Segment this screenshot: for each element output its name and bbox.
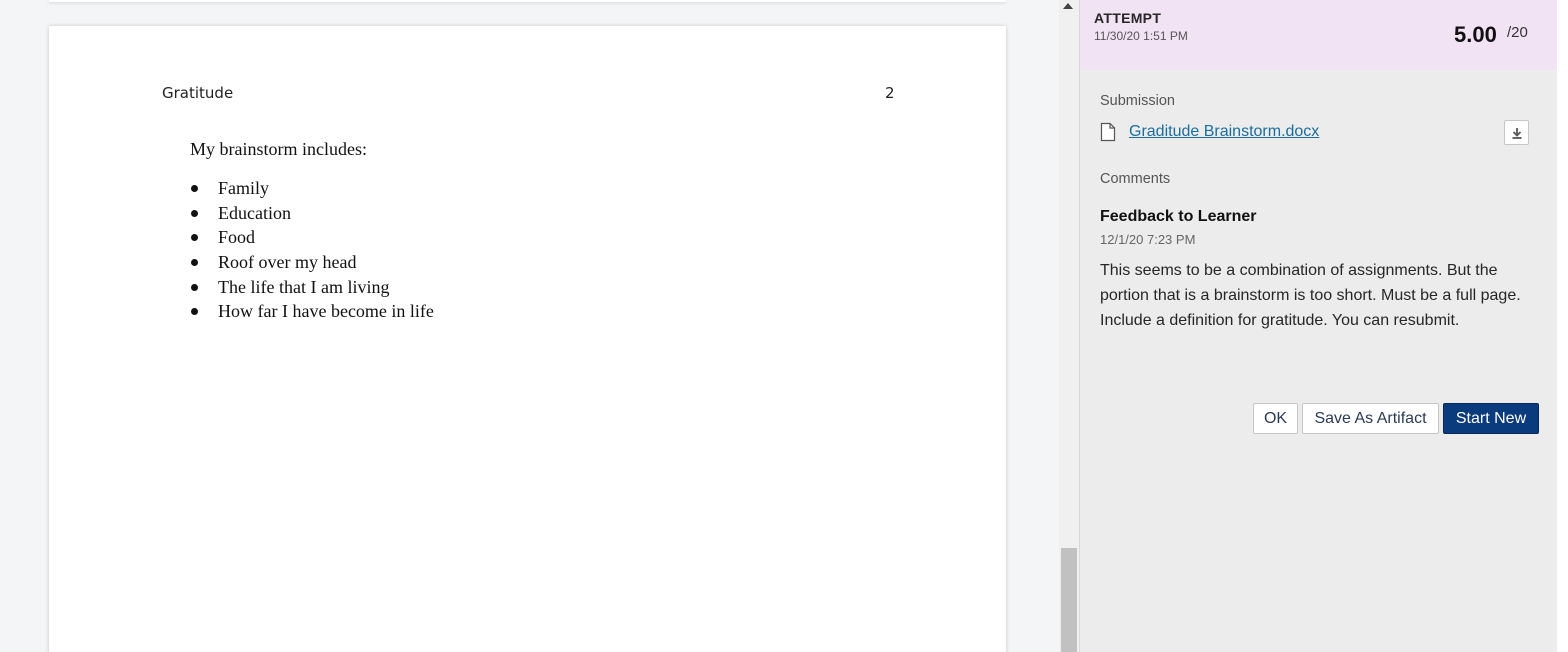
attempt-score: 5.00	[1454, 22, 1497, 47]
feedback-date: 12/1/20 7:23 PM	[1100, 232, 1196, 247]
list-item: Roof over my head	[190, 250, 434, 275]
list-item: Family	[190, 176, 434, 201]
bullet-icon	[191, 308, 198, 316]
bullet-icon	[191, 185, 198, 192]
bullet-icon	[191, 283, 198, 291]
scrollbar-thumb[interactable]	[1061, 548, 1077, 652]
list-item: Education	[190, 201, 434, 226]
list-item: How far I have become in life	[190, 299, 434, 324]
comments-label: Comments	[1100, 171, 1171, 187]
document-icon	[1100, 122, 1116, 147]
submission-label: Submission	[1100, 93, 1175, 109]
previous-page-edge	[49, 0, 1006, 2]
attempt-score-max: /20	[1507, 24, 1528, 41]
bullet-icon	[191, 259, 198, 267]
document-page: Gratitude 2 My brainstorm includes: Fami…	[49, 26, 1006, 652]
page-header-title: Gratitude	[162, 84, 234, 102]
bullet-icon	[191, 234, 198, 242]
scroll-up-arrow-icon[interactable]	[1063, 3, 1073, 9]
list-item: The life that I am living	[190, 275, 434, 300]
download-button[interactable]	[1504, 120, 1529, 145]
download-icon	[1512, 128, 1522, 139]
brainstorm-list: Family Education Food Roof over my head …	[190, 176, 434, 324]
submission-file-link[interactable]: Graditude Brainstorm.docx	[1129, 123, 1319, 141]
window-right-edge	[1557, 0, 1568, 652]
attempt-header: ATTEMPT 11/30/20 1:51 PM 5.00 /20	[1080, 0, 1558, 70]
feedback-title: Feedback to Learner	[1100, 208, 1257, 225]
document-viewer: Gratitude 2 My brainstorm includes: Fami…	[0, 0, 1059, 652]
attempt-label: ATTEMPT	[1094, 10, 1162, 26]
attempt-panel: ATTEMPT 11/30/20 1:51 PM 5.00 /20 Submis…	[1079, 0, 1558, 652]
start-new-button[interactable]: Start New	[1443, 403, 1539, 434]
list-item: Food	[190, 225, 434, 250]
bullet-icon	[191, 209, 198, 217]
feedback-body: This seems to be a combination of assign…	[1100, 262, 1521, 329]
save-as-artifact-button[interactable]: Save As Artifact	[1302, 403, 1439, 434]
attempt-date: 11/30/20 1:51 PM	[1094, 29, 1188, 43]
page-intro-text: My brainstorm includes:	[190, 139, 367, 159]
vertical-scrollbar[interactable]	[1059, 0, 1079, 652]
page-number: 2	[885, 84, 895, 102]
ok-button[interactable]: OK	[1253, 403, 1298, 434]
